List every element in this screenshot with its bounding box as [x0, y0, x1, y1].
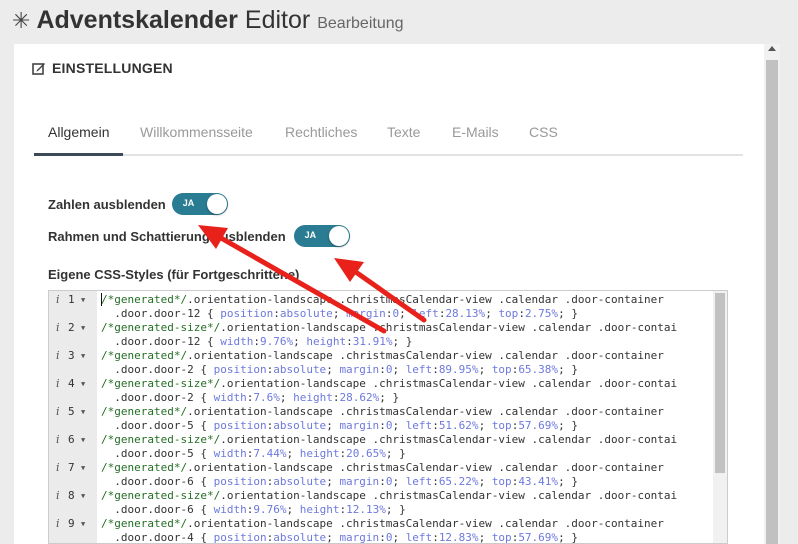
code-line: /*generated*/.orientation-landscape .chr… — [101, 461, 664, 474]
line-number: i 5 ▼ — [56, 405, 86, 419]
info-icon: i — [56, 349, 60, 362]
panel-title-text: EINSTELLUNGEN — [52, 60, 173, 76]
line-number: i 8 ▼ — [56, 489, 86, 503]
fold-arrow-icon[interactable]: ▼ — [81, 405, 85, 419]
page-scrollbar[interactable] — [764, 44, 780, 544]
page-subtitle: Bearbeitung — [317, 15, 404, 32]
text-cursor — [101, 293, 102, 306]
code-line: /*generated-size*/.orientation-landscape… — [101, 321, 678, 334]
setting-hide-numbers: Zahlen ausblenden JA — [48, 193, 228, 215]
fold-arrow-icon[interactable]: ▼ — [81, 461, 85, 475]
custom-css-label: Eigene CSS-Styles (für Fortgeschrittene) — [48, 267, 300, 282]
info-icon: i — [56, 321, 60, 334]
code-line: .door.door-5 { position:absolute; margin… — [101, 419, 578, 432]
info-icon: i — [56, 461, 60, 474]
fold-arrow-icon[interactable]: ▼ — [81, 293, 85, 307]
css-code-editor[interactable]: i 1 ▼ /*generated*/.orientation-landscape .… — [48, 290, 728, 544]
tab-texte[interactable]: Texte — [373, 116, 434, 156]
tab-allgemein[interactable]: Allgemein — [34, 116, 124, 156]
info-icon: i — [56, 433, 60, 446]
code-line: /*generated*/.orientation-landscape .chr… — [101, 517, 664, 530]
code-line: /*generated-size*/.orientation-landscape… — [101, 489, 678, 502]
code-line: .door.door-6 { width:9.76%; height:12.13… — [101, 503, 406, 516]
tab-willkommensseite[interactable]: Willkommensseite — [126, 116, 267, 156]
edit-icon — [32, 61, 46, 75]
hide-numbers-label: Zahlen ausblenden — [48, 196, 166, 212]
line-number: i 6 ▼ — [56, 433, 86, 447]
tab-e-mails[interactable]: E-Mails — [438, 116, 513, 156]
page-title: Adventskalender — [36, 6, 238, 34]
tab-rechtliches[interactable]: Rechtliches — [271, 116, 371, 156]
code-line: /*generated*/.orientation-landscape .chr… — [101, 349, 664, 362]
line-number: i 4 ▼ — [56, 377, 86, 391]
scrollbar-thumb[interactable] — [766, 60, 778, 544]
code-line: .door.door-5 { width:7.44%; height:20.65… — [101, 447, 406, 460]
info-icon: i — [56, 489, 60, 502]
tab-bar: Allgemein Willkommensseite Rechtliches T… — [34, 116, 743, 156]
fold-arrow-icon[interactable]: ▼ — [81, 433, 85, 447]
code-line: /*generated*/.orientation-landscape .chr… — [101, 293, 664, 306]
code-line: .door.door-2 { width:7.6%; height:28.62%… — [101, 391, 400, 404]
fold-arrow-icon[interactable]: ▼ — [81, 349, 85, 363]
info-icon: i — [56, 377, 60, 390]
fold-arrow-icon[interactable]: ▼ — [81, 377, 85, 391]
code-line: /*generated-size*/.orientation-landscape… — [101, 433, 678, 446]
code-line: .door.door-12 { width:9.76%; height:31.9… — [101, 335, 413, 348]
fold-arrow-icon[interactable]: ▼ — [81, 517, 85, 531]
line-number: i 3 ▼ — [56, 349, 86, 363]
scroll-up-icon[interactable] — [768, 46, 776, 51]
page-header: ✳ Adventskalender Editor Bearbeitung — [12, 6, 404, 36]
code-line: .door.door-2 { position:absolute; margin… — [101, 363, 578, 376]
line-number: i 1 ▼ — [56, 293, 86, 307]
toggle-knob — [328, 226, 349, 246]
tab-css[interactable]: CSS — [515, 116, 572, 156]
setting-hide-frames: Rahmen und Schattierung ausblenden JA — [48, 225, 350, 247]
code-line: .door.door-12 { position:absolute; margi… — [101, 307, 578, 320]
panel-title: EINSTELLUNGEN — [32, 60, 173, 76]
code-line: .door.door-6 { position:absolute; margin… — [101, 475, 578, 488]
line-number: i 9 ▼ — [56, 517, 86, 531]
hide-frames-toggle[interactable]: JA — [293, 225, 350, 247]
fold-arrow-icon[interactable]: ▼ — [81, 489, 85, 503]
toggle-knob — [206, 194, 227, 214]
info-icon: i — [56, 405, 60, 418]
page-title-suffix: Editor — [244, 6, 311, 34]
code-line: .door.door-4 { position:absolute; margin… — [101, 531, 578, 544]
code-line: /*generated*/.orientation-landscape .chr… — [101, 405, 664, 418]
hide-numbers-toggle[interactable]: JA — [171, 193, 228, 215]
line-number: i 2 ▼ — [56, 321, 86, 335]
editor-scrollbar[interactable] — [713, 291, 727, 543]
info-icon: i — [56, 293, 60, 306]
info-icon: i — [56, 517, 60, 530]
settings-panel: EINSTELLUNGEN Allgemein Willkommensseite… — [14, 44, 764, 544]
fold-arrow-icon[interactable]: ▼ — [81, 321, 85, 335]
line-number: i 7 ▼ — [56, 461, 86, 475]
hide-frames-label: Rahmen und Schattierung ausblenden — [48, 228, 286, 244]
sun-icon: ✳ — [12, 9, 31, 34]
code-line: /*generated-size*/.orientation-landscape… — [101, 377, 678, 390]
